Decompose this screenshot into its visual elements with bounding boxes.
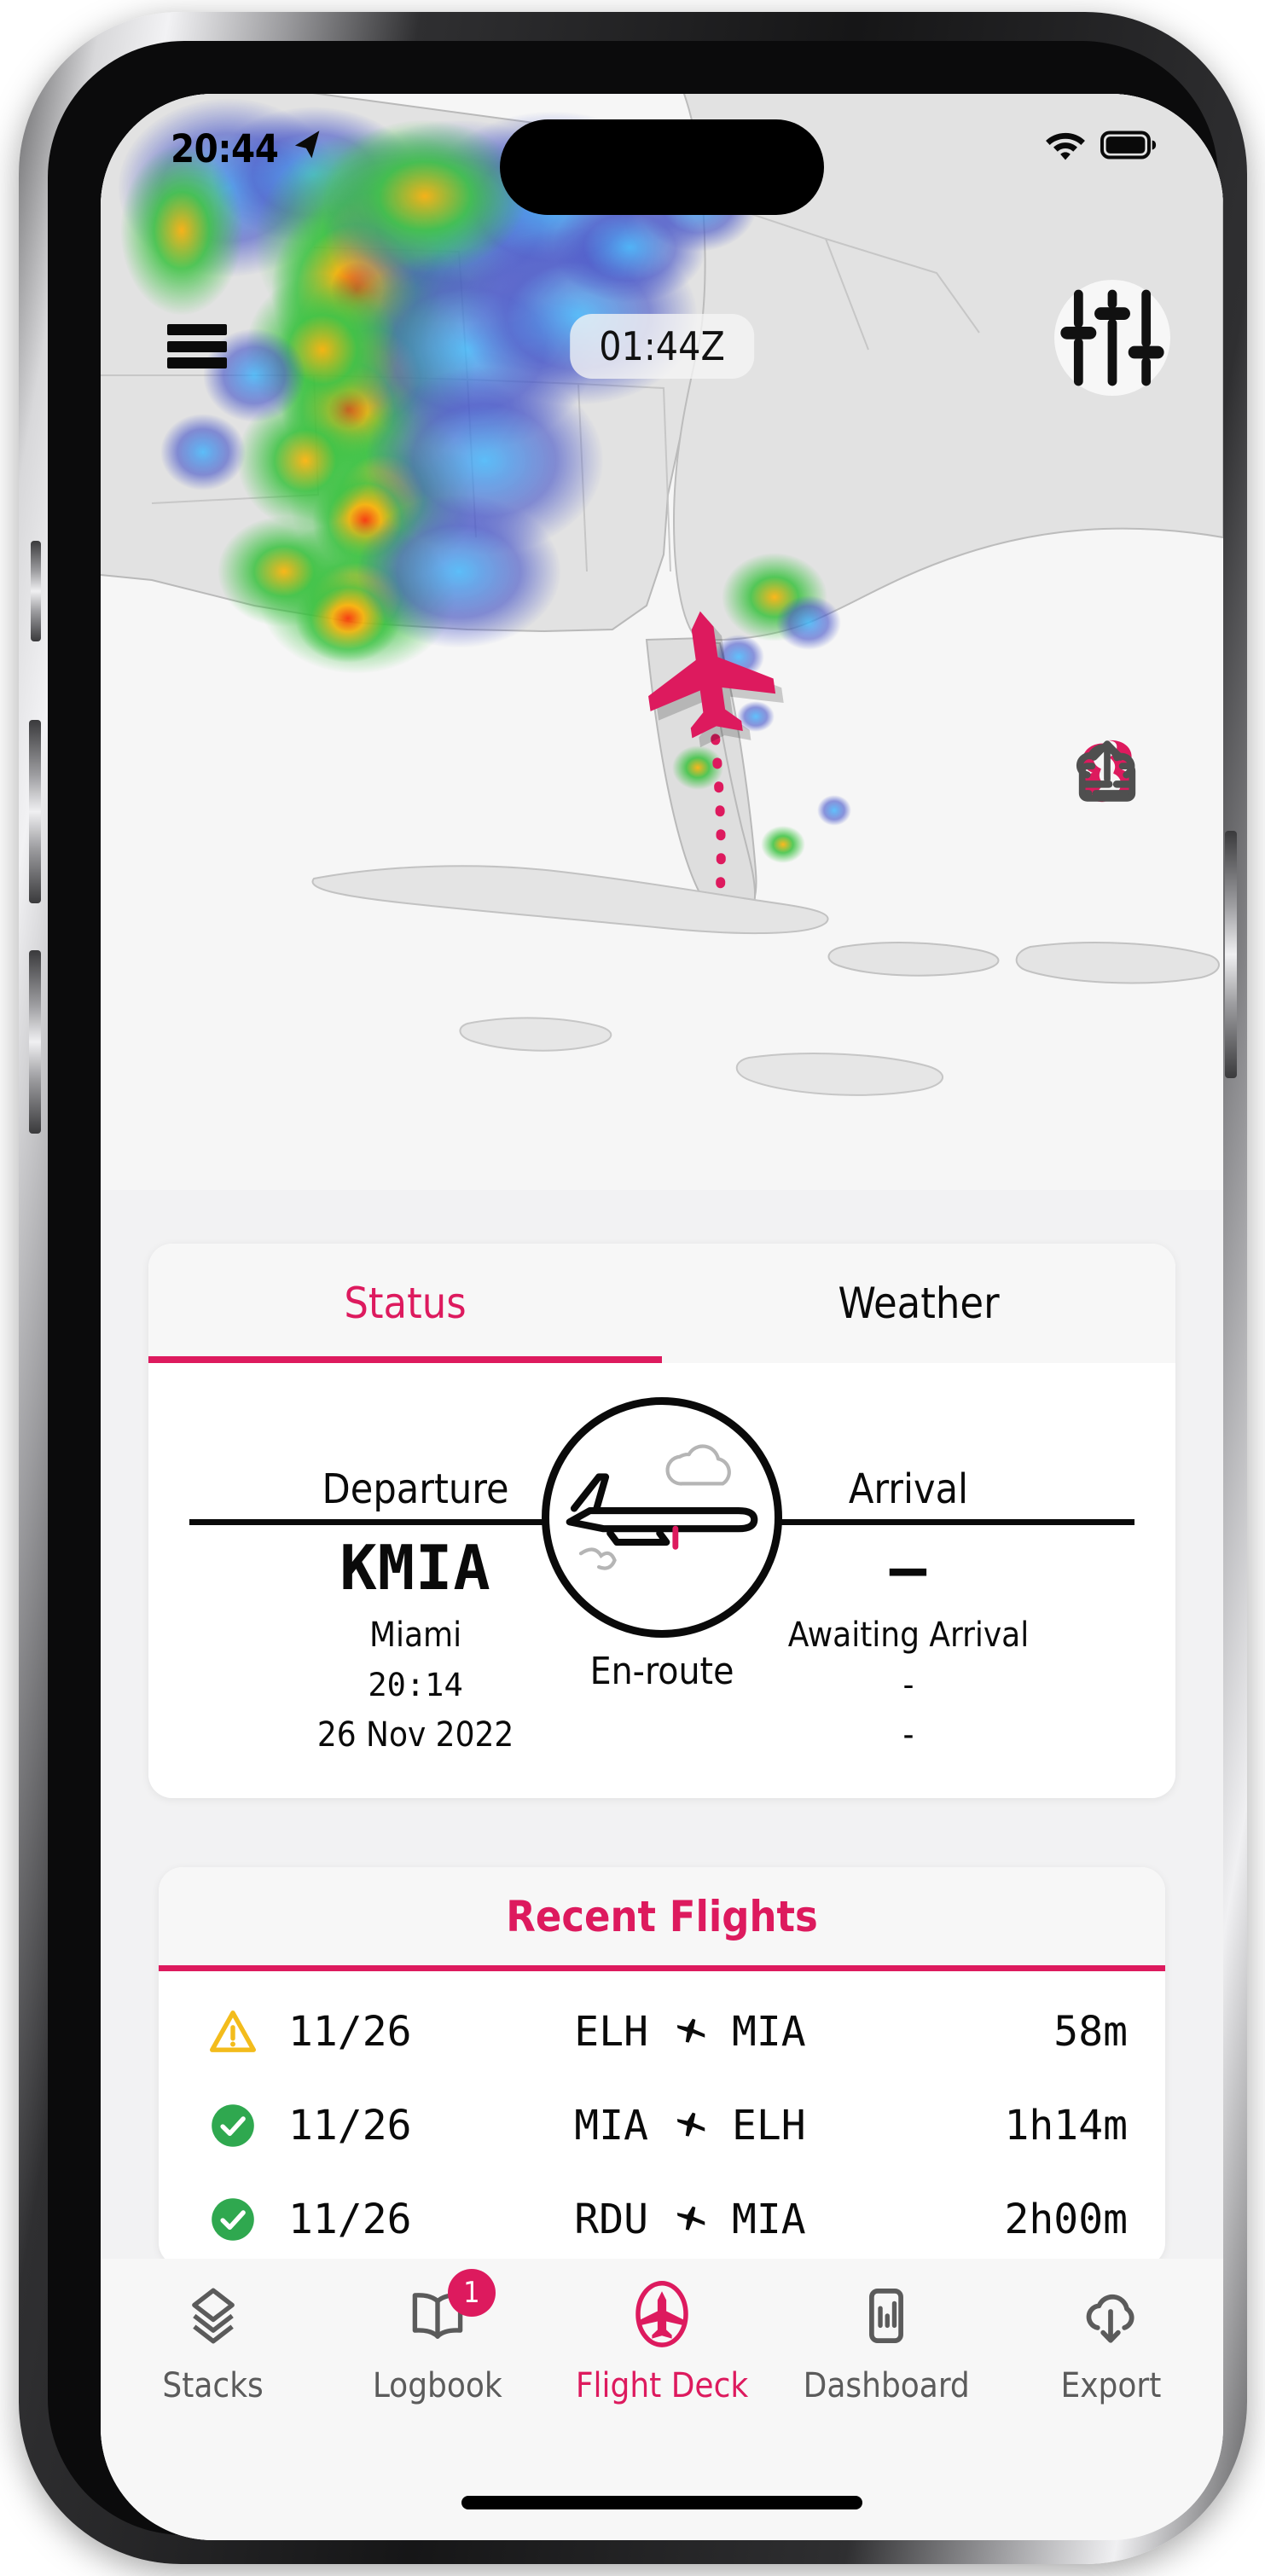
flight-route: MIA ELH: [483, 2102, 897, 2150]
tab-logbook-label: Logbook: [372, 2366, 502, 2405]
tab-flight-deck-label: Flight Deck: [575, 2366, 749, 2405]
recent-flights-header: Recent Flights: [159, 1867, 1165, 1971]
home-indicator[interactable]: [461, 2496, 862, 2509]
map-canvas: [101, 94, 1223, 1190]
tab-status[interactable]: Status: [148, 1244, 662, 1363]
check-circle-icon: [196, 2099, 270, 2152]
flight-origin: ELH: [574, 2008, 648, 2056]
flight-duration: 1h14m: [1004, 2102, 1129, 2150]
flight-route: ELH MIA: [483, 2008, 897, 2056]
bottom-tab-bar: Stacks 1 Logbook Flight Deck Dashboard E…: [101, 2259, 1223, 2540]
map-tools: [1070, 520, 1145, 1022]
tab-export[interactable]: Export: [999, 2281, 1223, 2405]
phone-frame: 01:44Z Status Weather Departure KMIA Mia…: [19, 12, 1247, 2564]
flight-duration: 2h00m: [1004, 2196, 1129, 2243]
tab-weather[interactable]: Weather: [662, 1244, 1175, 1363]
flightdeck-icon: [627, 2281, 697, 2351]
map-time-badge[interactable]: 01:44Z: [570, 314, 754, 379]
table-row[interactable]: 11/26 RDU MIA 2h00m: [159, 2173, 1165, 2266]
tab-export-label: Export: [1060, 2366, 1162, 2405]
table-row[interactable]: 11/26 MIA ELH 1h14m: [159, 2079, 1165, 2173]
share-icon[interactable]: [1070, 740, 1145, 930]
recent-flights-list: 11/26 ELH MIA 58m 11/26 MIA ELH 1h14m 11…: [159, 1971, 1165, 2266]
screenshot-root: 01:44Z Status Weather Departure KMIA Mia…: [0, 0, 1265, 2576]
phone-screen: 01:44Z Status Weather Departure KMIA Mia…: [101, 94, 1223, 2540]
dynamic-island: [500, 119, 824, 215]
hamburger-menu-icon[interactable]: [167, 324, 227, 368]
recent-flights-card: Recent Flights 11/26 ELH MIA 58m 11/26 M…: [159, 1867, 1165, 2266]
volume-up-button[interactable]: [29, 720, 41, 903]
airplane-icon: [676, 2112, 705, 2137]
flight-destination: MIA: [732, 2008, 806, 2056]
flight-date: 11/26: [288, 2008, 412, 2056]
recent-flights-title: Recent Flights: [506, 1891, 818, 1941]
bottom-sheet: Status Weather Departure KMIA Miami 20:1…: [101, 1190, 1223, 2540]
flight-date: 11/26: [288, 2102, 412, 2150]
flight-summary: Departure KMIA Miami 20:14 26 Nov 2022 A…: [148, 1363, 1175, 1798]
logbook-icon: 1: [405, 2269, 496, 2351]
tab-stacks[interactable]: Stacks: [101, 2281, 325, 2405]
flight-origin: MIA: [574, 2102, 648, 2150]
flight-status-card: Status Weather Departure KMIA Miami 20:1…: [148, 1244, 1175, 1798]
status-card-tabs: Status Weather: [148, 1244, 1175, 1363]
map-settings-button[interactable]: [1054, 280, 1170, 396]
flight-duration: 58m: [1053, 2008, 1128, 2056]
flight-route: RDU MIA: [483, 2196, 897, 2243]
airplane-icon: [676, 2206, 705, 2231]
check-circle-icon: [196, 2193, 270, 2246]
arrival-date: -: [902, 1715, 914, 1755]
silent-switch[interactable]: [31, 541, 41, 641]
radar-map[interactable]: 01:44Z: [101, 94, 1223, 1190]
airplane-enroute-circle-icon: [542, 1397, 782, 1638]
tab-stacks-label: Stacks: [162, 2366, 264, 2405]
warning-triangle-icon: [196, 2005, 270, 2058]
flight-origin: RDU: [574, 2196, 648, 2243]
sliders-icon: [1060, 289, 1164, 386]
table-row[interactable]: 11/26 ELH MIA 58m: [159, 1985, 1165, 2079]
tab-dashboard-label: Dashboard: [803, 2366, 970, 2405]
tab-weather-label: Weather: [838, 1279, 1000, 1328]
tab-dashboard[interactable]: Dashboard: [775, 2281, 999, 2405]
tab-flight-deck[interactable]: Flight Deck: [549, 2281, 774, 2405]
departure-date: 26 Nov 2022: [316, 1715, 514, 1755]
dashboard-icon: [854, 2281, 919, 2351]
power-button[interactable]: [1225, 831, 1237, 1078]
flight-destination: ELH: [732, 2102, 806, 2150]
flight-destination: MIA: [732, 2196, 806, 2243]
volume-down-button[interactable]: [29, 950, 41, 1134]
logbook-badge: 1: [447, 2269, 496, 2317]
phone-bezel: 01:44Z Status Weather Departure KMIA Mia…: [48, 41, 1223, 2540]
flight-state-label: En-route: [589, 1650, 734, 1693]
stacks-icon: [181, 2281, 246, 2351]
export-icon: [1078, 2281, 1143, 2351]
airplane-icon: [676, 2018, 705, 2043]
tab-status-label: Status: [344, 1279, 467, 1328]
flight-date: 11/26: [288, 2196, 412, 2243]
tab-logbook[interactable]: 1 Logbook: [325, 2269, 549, 2405]
